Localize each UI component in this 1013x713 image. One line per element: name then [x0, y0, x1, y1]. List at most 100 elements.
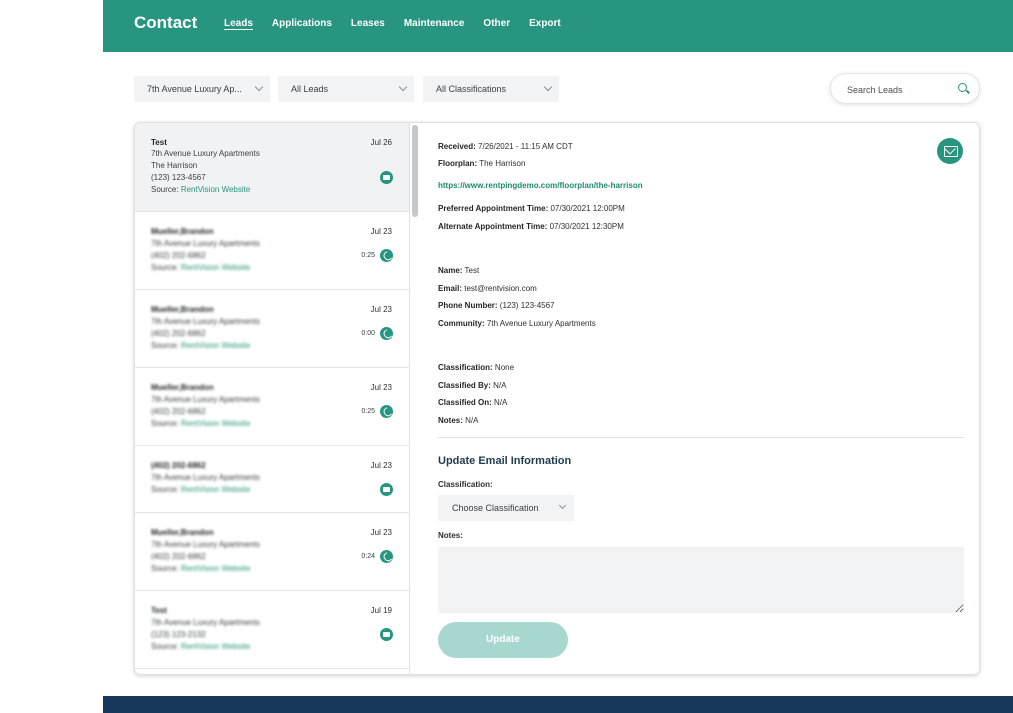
lead-source: Source: RentVision Website: [151, 485, 250, 494]
lead-community: 7th Avenue Luxury Apartments: [151, 317, 260, 326]
lead-name: Mueller,Brandon: [151, 305, 214, 314]
list-item[interactable]: Test 7th Avenue Luxury Apartments The Ha…: [135, 123, 409, 212]
leads-filter[interactable]: All Leads: [278, 76, 414, 102]
classification-select[interactable]: Choose Classification: [438, 495, 574, 521]
call-duration: 0:00: [361, 330, 375, 337]
chevron-down-icon: [543, 82, 553, 92]
leads-panel: Test 7th Avenue Luxury Apartments The Ha…: [134, 122, 980, 675]
lead-date: Jul 23: [370, 528, 392, 537]
lead-phone: (402) 202-6862: [151, 407, 206, 416]
alternate-time-row: Alternate Appointment Time: 07/30/2021 1…: [438, 222, 624, 231]
lead-community: 7th Avenue Luxury Apartments: [151, 149, 260, 158]
call-duration: 0:24: [361, 553, 375, 560]
search-icon[interactable]: [958, 83, 967, 92]
search-input[interactable]: Search Leads: [830, 73, 980, 104]
lead-source-label: Source:: [151, 185, 179, 194]
lead-source-label: Source:: [151, 642, 179, 651]
classification-value: None: [494, 363, 515, 372]
preferred-time-row: Preferred Appointment Time: 07/30/2021 1…: [438, 204, 625, 213]
nav-export[interactable]: Export: [529, 18, 561, 29]
phone-label: Phone Number:: [438, 301, 498, 310]
preferred-time-label: Preferred Appointment Time:: [438, 204, 549, 213]
email-reply-icon[interactable]: [937, 138, 963, 164]
email-row: Email: test@rentvision.com: [438, 284, 537, 293]
lead-floorplan: The Harrison: [151, 161, 198, 170]
community-value: 7th Avenue Luxury Apartments: [486, 319, 596, 328]
phone-icon: [380, 327, 393, 340]
divider: [438, 437, 964, 438]
chat-icon: [380, 483, 393, 496]
lead-source-value: RentVision Website: [180, 564, 251, 573]
search-placeholder: Search Leads: [847, 85, 903, 95]
lead-date: Jul 19: [370, 606, 392, 615]
notes-textarea[interactable]: [438, 547, 964, 613]
notes-value: N/A: [465, 416, 479, 425]
classified-by-row: Classified By: N/A: [438, 381, 506, 390]
community-label: Community:: [438, 319, 485, 328]
phone-icon: [380, 405, 393, 418]
nav-other[interactable]: Other: [483, 18, 510, 29]
lead-phone: (123) 123-2132: [151, 630, 206, 639]
lead-source: Source: RentVision Website: [151, 263, 250, 272]
lead-list-scrollbar[interactable]: [412, 125, 418, 217]
list-item[interactable]: Mueller,Brandon 7th Avenue Luxury Apartm…: [135, 368, 409, 446]
update-classification-label: Classification:: [438, 480, 493, 489]
leads-filter-value: All Leads: [291, 84, 329, 94]
main-nav: Leads Applications Leases Maintenance Ot…: [224, 18, 580, 29]
list-item[interactable]: Test 7th Avenue Luxury Apartments (123) …: [135, 591, 409, 669]
lead-source-label: Source:: [151, 564, 179, 573]
lead-source-value: RentVision Website: [180, 485, 251, 494]
call-duration: 0:25: [361, 252, 375, 259]
lead-date: Jul 23: [370, 461, 392, 470]
lead-phone: (402) 202-6862: [151, 552, 206, 561]
lead-source: Source: RentVision Website: [151, 419, 250, 428]
lead-community: 7th Avenue Luxury Apartments: [151, 473, 260, 482]
lead-name: Mueller,Brandon: [151, 528, 214, 537]
lead-name: Test: [151, 606, 167, 615]
classifications-filter[interactable]: All Classifications: [423, 76, 559, 102]
lead-source: Source: RentVision Website: [151, 564, 250, 573]
email-label: Email:: [438, 284, 463, 293]
notes-label: Notes:: [438, 416, 463, 425]
list-item[interactable]: Mueller,Brandon 7th Avenue Luxury Apartm…: [135, 513, 409, 591]
nav-maintenance[interactable]: Maintenance: [404, 18, 465, 29]
lead-source-value: RentVision Website: [180, 185, 251, 194]
footer-bar: [103, 696, 1013, 713]
lead-source-label: Source:: [151, 485, 179, 494]
lead-name: Mueller,Brandon: [151, 227, 214, 236]
name-label: Name:: [438, 266, 463, 275]
email-value: test@rentvision.com: [464, 284, 537, 293]
floorplan-label: Floorplan:: [438, 159, 478, 168]
lead-phone: (123) 123-4567: [151, 173, 206, 182]
notes-row: Notes: N/A: [438, 416, 478, 425]
lead-source: Source: RentVision Website: [151, 341, 250, 350]
lead-source: Source: RentVision Website: [151, 185, 250, 194]
lead-list[interactable]: Test 7th Avenue Luxury Apartments The Ha…: [135, 123, 410, 674]
nav-leases[interactable]: Leases: [351, 18, 385, 29]
nav-applications[interactable]: Applications: [272, 18, 332, 29]
community-filter[interactable]: 7th Avenue Luxury Ap...: [134, 76, 270, 102]
alternate-time-value: 07/30/2021 12:30PM: [549, 222, 624, 231]
lead-source-value: RentVision Website: [180, 642, 251, 651]
received-row: Received: 7/26/2021 - 11:15 AM CDT: [438, 142, 573, 151]
received-label: Received:: [438, 142, 476, 151]
list-item[interactable]: (402) 202-6862 7th Avenue Luxury Apartme…: [135, 446, 409, 513]
phone-row: Phone Number: (123) 123-4567: [438, 301, 555, 310]
phone-value: (123) 123-4567: [499, 301, 555, 310]
lead-community: 7th Avenue Luxury Apartments: [151, 239, 260, 248]
lead-community: 7th Avenue Luxury Apartments: [151, 540, 260, 549]
received-value: 7/26/2021 - 11:15 AM CDT: [478, 142, 573, 151]
lead-date: Jul 23: [370, 383, 392, 392]
update-button[interactable]: Update: [438, 622, 568, 658]
nav-leads[interactable]: Leads: [224, 18, 253, 29]
list-item[interactable]: Mueller,Brandon 7th Avenue Luxury Apartm…: [135, 290, 409, 368]
floorplan-value: The Harrison: [479, 159, 526, 168]
list-item[interactable]: Mueller,Brandon 7th Avenue Luxury Apartm…: [135, 212, 409, 290]
lead-name: (402) 202-6862: [151, 461, 206, 470]
lead-community: 7th Avenue Luxury Apartments: [151, 395, 260, 404]
community-row: Community: 7th Avenue Luxury Apartments: [438, 319, 596, 328]
mail-icon: [380, 171, 393, 184]
floorplan-link[interactable]: https://www.rentpingdemo.com/floorplan/t…: [438, 181, 643, 190]
chevron-down-icon: [254, 82, 264, 92]
chevron-down-icon: [558, 501, 567, 510]
